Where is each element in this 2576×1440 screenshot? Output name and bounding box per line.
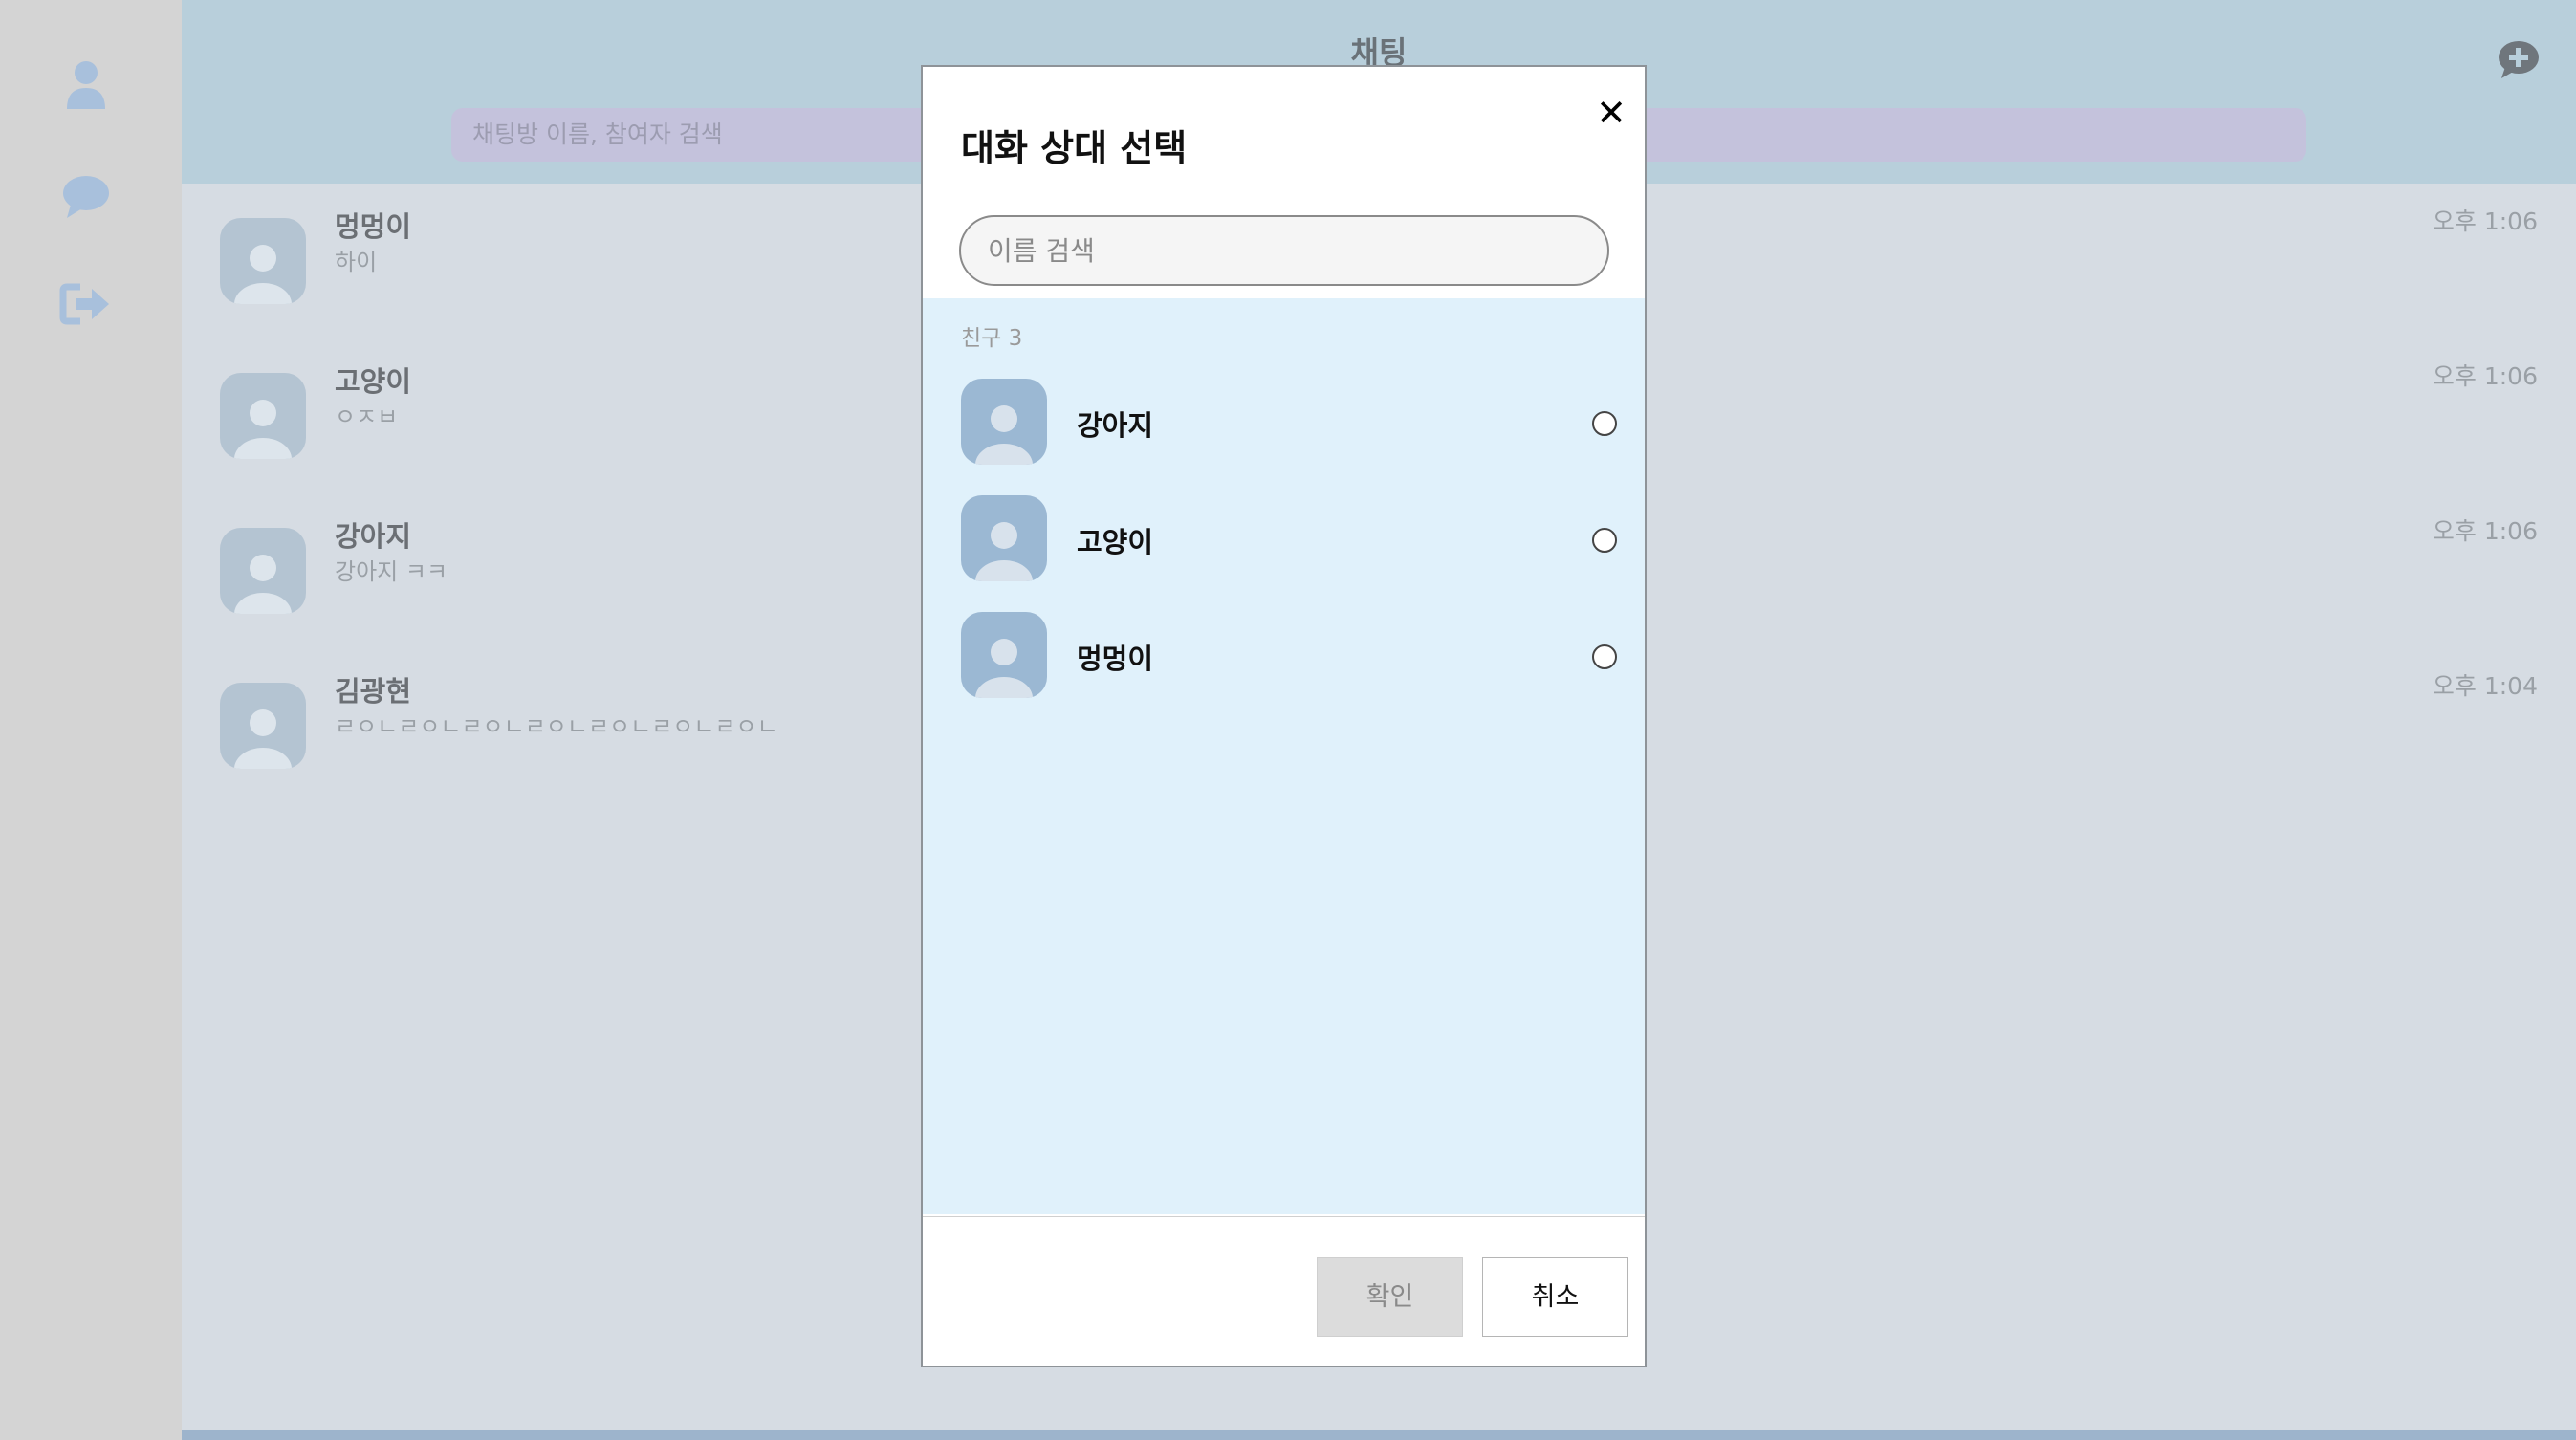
select-radio[interactable] bbox=[1592, 411, 1617, 436]
friend-name: 멍멍이 bbox=[1077, 643, 1154, 675]
friend-item[interactable]: 멍멍이 bbox=[923, 599, 1645, 715]
sidebar bbox=[0, 0, 182, 1440]
avatar bbox=[220, 373, 306, 459]
select-radio[interactable] bbox=[1592, 644, 1617, 669]
dialog-title: 대화 상대 선택 bbox=[961, 127, 1188, 169]
page-title: 채팅 bbox=[1350, 34, 1408, 67]
sign-out-icon[interactable] bbox=[57, 275, 115, 333]
friend-list: 친구 3 강아지 고양이 멍멍이 bbox=[923, 298, 1645, 1214]
friend-name: 강아지 bbox=[1077, 409, 1154, 442]
chat-name: 멍멍이 bbox=[335, 210, 412, 243]
select-radio[interactable] bbox=[1592, 528, 1617, 553]
chat-plus-icon[interactable] bbox=[2496, 38, 2542, 80]
friend-search-input[interactable] bbox=[959, 215, 1609, 286]
close-icon[interactable]: ✕ bbox=[1592, 94, 1630, 132]
chat-name: 강아지 bbox=[335, 520, 412, 553]
bottom-bar bbox=[182, 1430, 2576, 1440]
chat-time: 오후 1:04 bbox=[2432, 672, 2538, 700]
friend-item[interactable]: 강아지 bbox=[923, 365, 1645, 482]
dialog-footer: 확인 취소 bbox=[923, 1216, 1645, 1366]
chat-time: 오후 1:06 bbox=[2432, 207, 2538, 235]
friend-name: 고양이 bbox=[1077, 526, 1154, 558]
chat-preview: 하이 bbox=[335, 249, 378, 275]
chat-name: 김광현 bbox=[335, 675, 412, 708]
select-participant-dialog: 대화 상대 선택 ✕ 친구 3 강아지 고양이 멍멍이 확인 bbox=[921, 65, 1647, 1367]
avatar bbox=[961, 379, 1047, 465]
chat-time: 오후 1:06 bbox=[2432, 362, 2538, 390]
confirm-button[interactable]: 확인 bbox=[1317, 1257, 1463, 1337]
avatar bbox=[961, 495, 1047, 581]
friend-count-label: 친구 3 bbox=[961, 326, 1023, 351]
avatar bbox=[220, 683, 306, 769]
friend-item[interactable]: 고양이 bbox=[923, 482, 1645, 599]
chat-time: 오후 1:06 bbox=[2432, 517, 2538, 545]
chat-bubble-icon[interactable] bbox=[57, 168, 115, 226]
cancel-button[interactable]: 취소 bbox=[1482, 1257, 1628, 1337]
person-icon[interactable] bbox=[57, 55, 115, 113]
chat-name: 고양이 bbox=[335, 365, 412, 398]
avatar bbox=[220, 528, 306, 614]
avatar bbox=[220, 218, 306, 304]
avatar bbox=[961, 612, 1047, 698]
chat-preview: ㅇㅈㅂ bbox=[335, 404, 399, 430]
chat-preview: 강아지 ㅋㅋ bbox=[335, 558, 448, 585]
chat-preview: ㄹㅇㄴㄹㅇㄴㄹㅇㄴㄹㅇㄴㄹㅇㄴㄹㅇㄴㄹㅇㄴ bbox=[335, 713, 778, 740]
